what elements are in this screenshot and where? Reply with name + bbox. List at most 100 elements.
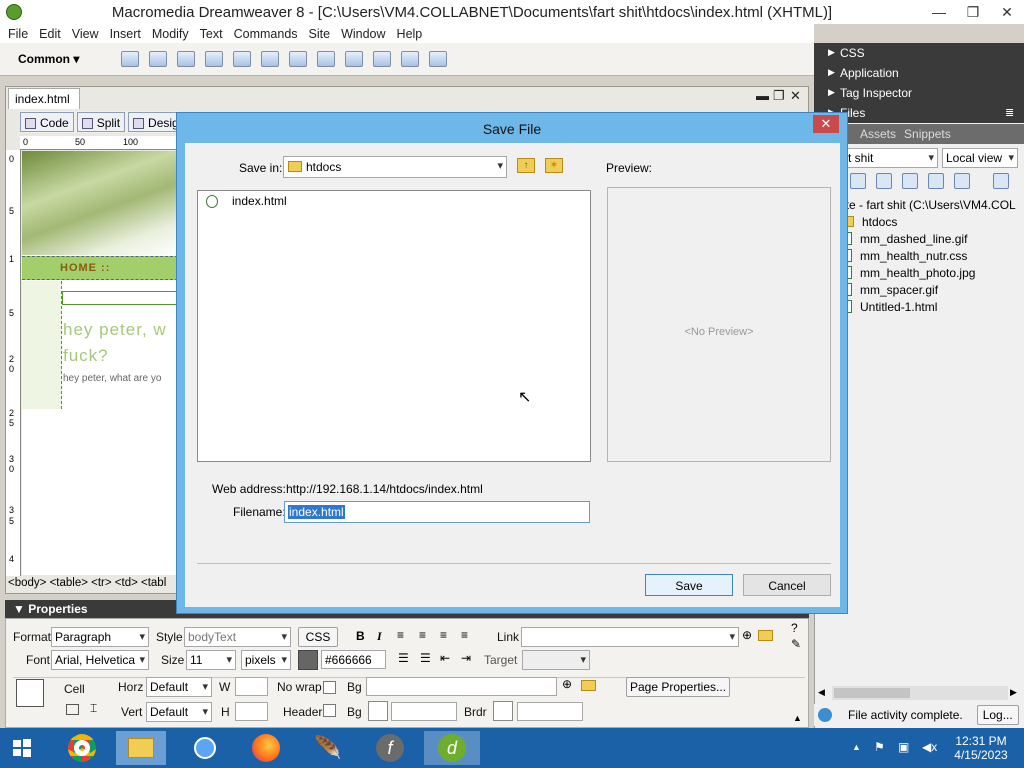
start-button[interactable] — [0, 731, 44, 765]
save-button[interactable]: Save — [645, 574, 733, 596]
align-left-icon[interactable]: ≡ — [397, 628, 404, 642]
panel-group-application[interactable]: Application — [814, 63, 1024, 83]
tree-root[interactable]: − Site - fart shit (C:\Users\VM4.COL — [822, 196, 1024, 213]
document-tab[interactable]: index.html — [8, 88, 80, 109]
code-view-button[interactable]: Code — [20, 112, 74, 132]
menu-insert[interactable]: Insert — [110, 27, 141, 41]
css-button[interactable]: CSS — [298, 627, 338, 647]
server-side-include-icon[interactable] — [345, 51, 363, 67]
page-body-text[interactable]: hey peter, what are yo — [63, 373, 178, 384]
merge-cells-icon[interactable] — [66, 704, 79, 715]
menu-modify[interactable]: Modify — [152, 27, 189, 41]
file-list-item[interactable]: index.html — [206, 194, 287, 208]
tree-item-htdocs[interactable]: htdocs — [840, 213, 1024, 230]
get-files-icon[interactable] — [876, 173, 892, 189]
text-color-swatch[interactable] — [298, 650, 318, 670]
panel-options-icon[interactable]: ≣ — [1005, 106, 1014, 119]
date-icon[interactable] — [317, 51, 335, 67]
text-outdent-icon[interactable]: ⇤ — [440, 651, 450, 665]
size-select[interactable]: 11 — [186, 650, 236, 670]
tree-item-file[interactable]: mm_spacer.gif — [840, 281, 1024, 298]
dialog-close-icon[interactable]: ✕ — [813, 115, 839, 133]
vert-select[interactable]: Default — [146, 702, 212, 722]
tree-item-file[interactable]: mm_health_photo.jpg — [840, 264, 1024, 281]
image-icon[interactable] — [261, 51, 279, 67]
align-center-icon[interactable]: ≡ — [419, 628, 426, 642]
files-horizontal-scrollbar[interactable] — [832, 686, 1008, 700]
expand-panel-icon[interactable] — [993, 173, 1009, 189]
firefox-icon[interactable] — [244, 731, 288, 765]
bg-color-swatch[interactable] — [368, 701, 388, 721]
width-input[interactable] — [235, 677, 268, 696]
network-icon[interactable]: ▣ — [898, 740, 909, 754]
tab-assets[interactable]: Assets — [860, 127, 896, 141]
nowrap-checkbox[interactable] — [323, 681, 336, 694]
help-icon[interactable]: ? — [791, 621, 798, 635]
border-color-input[interactable] — [517, 702, 583, 721]
tag-chooser-icon[interactable] — [429, 51, 447, 67]
bg-color-input[interactable] — [391, 702, 457, 721]
menu-file[interactable]: File — [8, 27, 28, 41]
flash-icon[interactable]: f — [368, 731, 412, 765]
link-input[interactable] — [521, 627, 739, 647]
align-right-icon[interactable]: ≡ — [440, 628, 447, 642]
file-explorer-icon[interactable] — [116, 731, 166, 765]
flag-icon[interactable]: ⚑ — [874, 740, 885, 754]
restore-icon[interactable]: ❐ — [956, 0, 990, 24]
doc-minimize-icon[interactable]: ▬ — [756, 88, 769, 103]
border-color-swatch[interactable] — [493, 701, 513, 721]
tree-item-file[interactable]: mm_dashed_line.gif — [840, 230, 1024, 247]
file-list[interactable]: index.html — [197, 190, 591, 462]
tab-snippets[interactable]: Snippets — [904, 127, 951, 141]
bg-point-to-file-icon[interactable]: ⊕ — [562, 677, 572, 691]
page-properties-button[interactable]: Page Properties... — [626, 677, 730, 697]
log-button[interactable]: Log... — [976, 705, 1019, 725]
named-anchor-icon[interactable] — [177, 51, 195, 67]
split-cell-icon[interactable]: ⌶ — [90, 701, 97, 716]
size-unit-select[interactable]: pixels — [241, 650, 291, 670]
bg-browse-folder-icon[interactable] — [581, 680, 596, 691]
check-out-icon[interactable] — [928, 173, 944, 189]
insert-category-select[interactable]: Common ▾ — [18, 52, 116, 66]
show-hidden-icons[interactable]: ▲ — [852, 742, 861, 752]
expand-properties-icon[interactable]: ▲ — [793, 713, 802, 723]
put-files-icon[interactable] — [902, 173, 918, 189]
doc-close-icon[interactable]: ✕ — [790, 88, 801, 104]
menu-view[interactable]: View — [72, 27, 99, 41]
save-in-select[interactable]: htdocs — [283, 156, 507, 178]
menu-help[interactable]: Help — [397, 27, 423, 41]
tag-selector[interactable]: <body> <table> <tr> <td> <tabl — [8, 577, 166, 589]
hyperlink-icon[interactable] — [121, 51, 139, 67]
email-link-icon[interactable] — [149, 51, 167, 67]
doc-restore-icon[interactable]: ❐ — [773, 88, 785, 104]
menu-site[interactable]: Site — [309, 27, 331, 41]
chrome-icon[interactable] — [60, 731, 104, 765]
scroll-right-icon[interactable]: ▶ — [1010, 687, 1017, 698]
header-checkbox[interactable] — [323, 704, 336, 717]
panel-group-tag-inspector[interactable]: Tag Inspector — [814, 83, 1024, 103]
nav-home-link[interactable]: HOME :: — [60, 262, 110, 274]
tree-item-file[interactable]: mm_health_nutr.css — [840, 247, 1024, 264]
cancel-button[interactable]: Cancel — [743, 574, 831, 596]
check-in-icon[interactable] — [954, 173, 970, 189]
site-select[interactable]: rt shit — [840, 148, 938, 168]
page-heading[interactable]: hey peter, w fuck? — [63, 317, 178, 369]
height-input[interactable] — [235, 702, 268, 721]
unordered-list-icon[interactable]: ☰ — [398, 651, 409, 665]
style-select[interactable]: bodyText — [184, 627, 291, 647]
system-clock[interactable]: 12:31 PM 4/15/2023 — [948, 734, 1014, 762]
dreamweaver-taskbar-icon[interactable]: d — [424, 731, 480, 765]
menu-edit[interactable]: Edit — [39, 27, 61, 41]
font-select[interactable]: Arial, Helvetica — [51, 650, 149, 670]
browse-folder-icon[interactable] — [758, 630, 773, 641]
comment-icon[interactable] — [373, 51, 391, 67]
menu-window[interactable]: Window — [341, 27, 385, 41]
filename-input[interactable]: index.html — [284, 501, 590, 523]
scroll-left-icon[interactable]: ◀ — [818, 687, 825, 698]
create-new-folder-icon[interactable]: ✶ — [545, 158, 563, 173]
close-icon[interactable]: ✕ — [990, 0, 1024, 24]
split-view-button[interactable]: Split — [76, 112, 126, 132]
up-one-level-icon[interactable]: ↑ — [517, 158, 535, 173]
menu-commands[interactable]: Commands — [234, 27, 298, 41]
text-indent-icon[interactable]: ⇥ — [461, 651, 471, 665]
